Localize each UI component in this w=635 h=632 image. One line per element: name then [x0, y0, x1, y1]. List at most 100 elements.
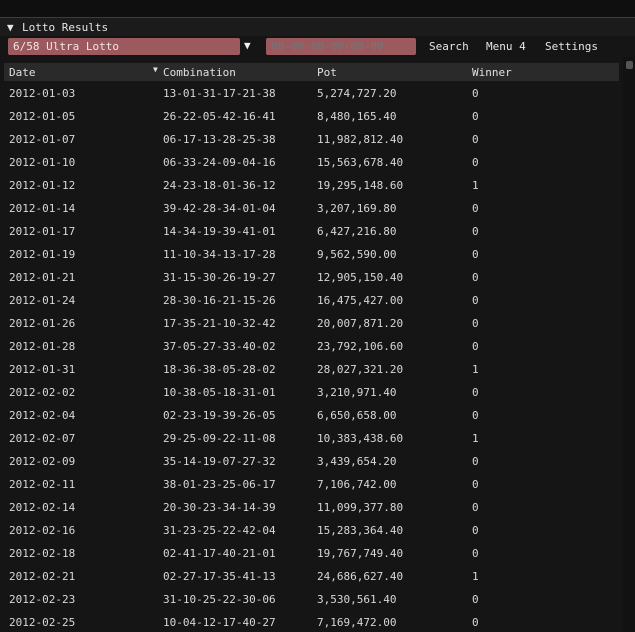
- cell-winner: 0: [472, 478, 479, 491]
- cell-combination: 31-10-25-22-30-06: [163, 593, 276, 606]
- cell-pot: 9,562,590.00: [317, 248, 397, 261]
- table-row[interactable]: 2012-01-28 37-05-27-33-40-02 23,792,106.60…: [0, 335, 622, 358]
- table-row[interactable]: 2012-01-12 24-23-18-01-36-12 19,295,148.60…: [0, 174, 622, 197]
- cell-date: 2012-02-11: [9, 478, 76, 491]
- cell-winner: 0: [472, 87, 479, 100]
- window-title: Lotto Results: [22, 21, 109, 34]
- cell-winner: 0: [472, 202, 479, 215]
- column-header-combination[interactable]: Combination: [163, 66, 236, 79]
- cell-combination: 38-01-23-25-06-17: [163, 478, 276, 491]
- column-header-date[interactable]: Date: [9, 66, 36, 79]
- results-table: Date ▼ Combination Pot Winner 2012-01-03…: [0, 62, 622, 632]
- cell-pot: 24,686,627.40: [317, 570, 404, 583]
- table-row[interactable]: 2012-02-23 31-10-25-22-30-06 3,530,561.40 0: [0, 588, 622, 611]
- vertical-scrollbar[interactable]: [623, 57, 635, 632]
- cell-date: 2012-02-25: [9, 616, 76, 629]
- game-select[interactable]: 6/58 Ultra Lotto: [8, 38, 240, 55]
- cell-date: 2012-02-16: [9, 524, 76, 537]
- cell-combination: 17-35-21-10-32-42: [163, 317, 276, 330]
- table-row[interactable]: 2012-01-26 17-35-21-10-32-42 20,007,871.20…: [0, 312, 622, 335]
- table-row[interactable]: 2012-01-03 13-01-31-17-21-38 5,274,727.20 0: [0, 82, 622, 105]
- cell-date: 2012-01-07: [9, 133, 76, 146]
- cell-combination: 31-23-25-22-42-04: [163, 524, 276, 537]
- cell-winner: 1: [472, 363, 479, 376]
- cell-combination: 06-17-13-28-25-38: [163, 133, 276, 146]
- dropdown-arrow-icon[interactable]: ▼: [244, 39, 251, 52]
- table-row[interactable]: 2012-01-19 11-10-34-13-17-28 9,562,590.00 0: [0, 243, 622, 266]
- cell-pot: 11,982,812.40: [317, 133, 404, 146]
- cell-date: 2012-01-31: [9, 363, 76, 376]
- cell-combination: 26-22-05-42-16-41: [163, 110, 276, 123]
- table-row[interactable]: 2012-01-07 06-17-13-28-25-38 11,982,812.40…: [0, 128, 622, 151]
- column-header-winner[interactable]: Winner: [472, 66, 512, 79]
- table-row[interactable]: 2012-01-14 39-42-28-34-01-04 3,207,169.80 0: [0, 197, 622, 220]
- cell-date: 2012-01-21: [9, 271, 76, 284]
- table-row[interactable]: 2012-01-05 26-22-05-42-16-41 8,480,165.40 0: [0, 105, 622, 128]
- table-row[interactable]: 2012-02-25 10-04-12-17-40-27 7,169,472.00 0: [0, 611, 622, 632]
- table-row[interactable]: 2012-01-24 28-30-16-21-15-26 16,475,427.00…: [0, 289, 622, 312]
- table-row[interactable]: 2012-02-18 02-41-17-40-21-01 19,767,749.40…: [0, 542, 622, 565]
- column-header-pot[interactable]: Pot: [317, 66, 337, 79]
- cell-winner: 0: [472, 133, 479, 146]
- table-row[interactable]: 2012-02-16 31-23-25-22-42-04 15,283,364.40…: [0, 519, 622, 542]
- cell-combination: 39-42-28-34-01-04: [163, 202, 276, 215]
- cell-date: 2012-02-18: [9, 547, 76, 560]
- cell-pot: 23,792,106.60: [317, 340, 404, 353]
- cell-pot: 3,439,654.20: [317, 455, 397, 468]
- cell-date: 2012-01-14: [9, 202, 76, 215]
- cell-pot: 6,650,658.00: [317, 409, 397, 422]
- cell-pot: 15,283,364.40: [317, 524, 404, 537]
- cell-winner: 1: [472, 179, 479, 192]
- game-select-value: 6/58 Ultra Lotto: [13, 40, 119, 53]
- cell-winner: 0: [472, 547, 479, 560]
- cell-pot: 7,169,472.00: [317, 616, 397, 629]
- cell-date: 2012-01-10: [9, 156, 76, 169]
- table-row[interactable]: 2012-02-04 02-23-19-39-26-05 6,650,658.00 0: [0, 404, 622, 427]
- cell-date: 2012-02-21: [9, 570, 76, 583]
- cell-winner: 0: [472, 524, 479, 537]
- menu-4-button[interactable]: Menu 4: [486, 40, 526, 53]
- scrollbar-thumb[interactable]: [626, 61, 633, 69]
- table-row[interactable]: 2012-01-21 31-15-30-26-19-27 12,905,150.40…: [0, 266, 622, 289]
- cell-combination: 18-36-38-05-28-02: [163, 363, 276, 376]
- cell-date: 2012-02-14: [9, 501, 76, 514]
- table-row[interactable]: 2012-02-14 20-30-23-34-14-39 11,099,377.80…: [0, 496, 622, 519]
- cell-combination: 02-27-17-35-41-13: [163, 570, 276, 583]
- combination-field-box[interactable]: [266, 38, 416, 55]
- settings-button[interactable]: Settings: [545, 40, 598, 53]
- table-row[interactable]: 2012-02-21 02-27-17-35-41-13 24,686,627.40…: [0, 565, 622, 588]
- cell-winner: 0: [472, 616, 479, 629]
- table-row[interactable]: 2012-01-17 14-34-19-39-41-01 6,427,216.80 0: [0, 220, 622, 243]
- cell-pot: 20,007,871.20: [317, 317, 404, 330]
- sort-descending-icon[interactable]: ▼: [153, 65, 158, 74]
- cell-date: 2012-02-02: [9, 386, 76, 399]
- cell-pot: 19,767,749.40: [317, 547, 404, 560]
- cell-pot: 10,383,438.60: [317, 432, 404, 445]
- cell-winner: 0: [472, 409, 479, 422]
- cell-combination: 28-30-16-21-15-26: [163, 294, 276, 307]
- cell-pot: 8,480,165.40: [317, 110, 397, 123]
- combination-input[interactable]: [266, 38, 411, 55]
- cell-winner: 1: [472, 570, 479, 583]
- cell-winner: 0: [472, 593, 479, 606]
- cell-combination: 24-23-18-01-36-12: [163, 179, 276, 192]
- cell-pot: 7,106,742.00: [317, 478, 397, 491]
- cell-combination: 02-41-17-40-21-01: [163, 547, 276, 560]
- cell-date: 2012-02-07: [9, 432, 76, 445]
- cell-pot: 16,475,427.00: [317, 294, 404, 307]
- table-row[interactable]: 2012-02-02 10-38-05-18-31-01 3,210,971.40 0: [0, 381, 622, 404]
- table-row[interactable]: 2012-02-07 29-25-09-22-11-08 10,383,438.60…: [0, 427, 622, 450]
- table-row[interactable]: 2012-02-09 35-14-19-07-27-32 3,439,654.20 0: [0, 450, 622, 473]
- table-row[interactable]: 2012-01-10 06-33-24-09-04-16 15,563,678.40…: [0, 151, 622, 174]
- table-row[interactable]: 2012-01-31 18-36-38-05-28-02 28,027,321.20…: [0, 358, 622, 381]
- cell-winner: 0: [472, 294, 479, 307]
- collapse-triangle-icon[interactable]: ▼: [7, 21, 14, 34]
- search-button[interactable]: Search: [429, 40, 469, 53]
- cell-pot: 5,274,727.20: [317, 87, 397, 100]
- cell-date: 2012-01-12: [9, 179, 76, 192]
- table-row[interactable]: 2012-02-11 38-01-23-25-06-17 7,106,742.00 0: [0, 473, 622, 496]
- cell-date: 2012-01-28: [9, 340, 76, 353]
- cell-winner: 0: [472, 386, 479, 399]
- window-title-bar[interactable]: ▼ Lotto Results: [0, 18, 635, 36]
- cell-combination: 35-14-19-07-27-32: [163, 455, 276, 468]
